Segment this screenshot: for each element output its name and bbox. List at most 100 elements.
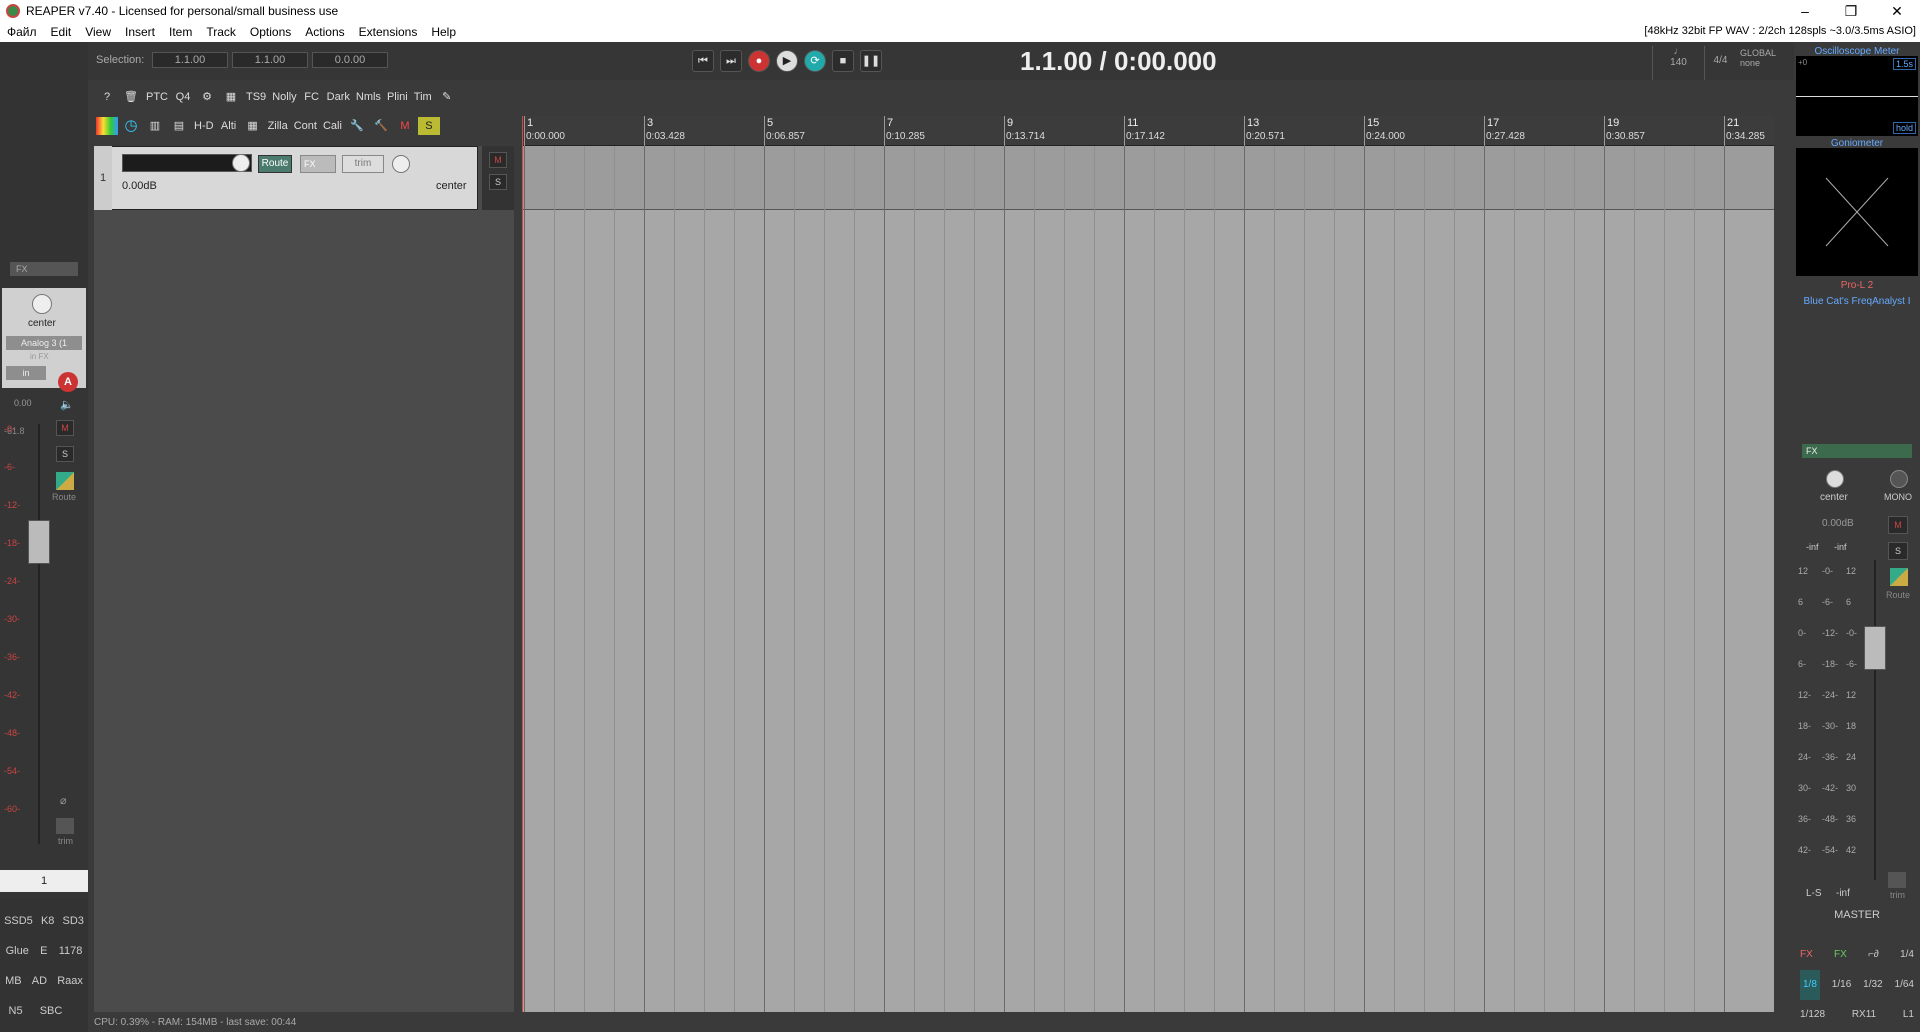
toolbar-zilla[interactable]: Zilla: [266, 115, 290, 137]
toolbar-fc[interactable]: FC: [301, 86, 323, 108]
stop-button[interactable]: ■: [832, 50, 854, 72]
help-icon[interactable]: ?: [96, 86, 118, 108]
grid-128th[interactable]: 1/128: [1800, 1000, 1825, 1030]
track-number[interactable]: 1: [94, 146, 112, 210]
btn-1178[interactable]: 1178: [59, 936, 83, 966]
menu-insert[interactable]: Insert: [118, 25, 162, 39]
btn-l1[interactable]: L1: [1903, 1000, 1914, 1030]
toolbar-ptc[interactable]: PTC: [144, 86, 170, 108]
envelope-button[interactable]: ⌐∂: [1868, 940, 1879, 970]
btn-ad[interactable]: AD: [32, 966, 47, 996]
master-solo-button[interactable]: S: [1888, 542, 1908, 560]
mixer-fx-button[interactable]: FX: [10, 262, 78, 276]
phase-icon[interactable]: ⌀: [60, 794, 67, 807]
minimize-button[interactable]: –: [1782, 0, 1828, 22]
track-1-lane[interactable]: [522, 146, 1774, 210]
btn-mb[interactable]: MB: [5, 966, 22, 996]
toolbar-nolly[interactable]: Nolly: [270, 86, 298, 108]
menu-actions[interactable]: Actions: [298, 25, 351, 39]
mixer-mute-button[interactable]: M: [56, 420, 74, 436]
route-icon[interactable]: [56, 472, 74, 490]
fx-show-button[interactable]: FX: [1834, 940, 1847, 970]
trim-envelope-icon[interactable]: [56, 818, 74, 834]
fx-freqanalyst[interactable]: Blue Cat's FreqAnalyst I: [1794, 296, 1920, 307]
arrange-view[interactable]: [522, 116, 1774, 1012]
pencil-icon[interactable]: ✎: [436, 86, 458, 108]
toolbar-nmls[interactable]: Nmls: [354, 86, 383, 108]
grid-eighth[interactable]: 1/8: [1800, 970, 1820, 1000]
maximize-button[interactable]: ❐: [1828, 0, 1874, 22]
go-start-button[interactable]: ⏮: [692, 50, 714, 72]
audio-status[interactable]: [48kHz 32bit FP WAV : 2/2ch 128spls ~3.0…: [1644, 25, 1916, 37]
timeline-ruler[interactable]: 1 0:00.000 3 0:03.428 5 0:06.857 7 0:10.285 …: [522, 116, 1774, 146]
master-volume-fader[interactable]: [1864, 626, 1886, 670]
btn-rx11[interactable]: RX11: [1852, 1000, 1876, 1030]
master-mute-button[interactable]: M: [1888, 516, 1908, 534]
track-trim-button[interactable]: trim: [342, 155, 384, 173]
time-signature[interactable]: 4/4: [1704, 46, 1736, 80]
toolbar-tim[interactable]: Tim: [412, 86, 434, 108]
mixer-pan-knob[interactable]: [32, 294, 52, 314]
go-end-button[interactable]: ⏭: [720, 50, 742, 72]
bpm-display[interactable]: ♩ 140: [1652, 46, 1704, 80]
grid-icon[interactable]: ▦: [220, 86, 242, 108]
toolbar-q4[interactable]: Q4: [172, 86, 194, 108]
keyboard-icon[interactable]: ▥: [144, 115, 166, 137]
osc-time-value[interactable]: 1.5s: [1892, 58, 1916, 70]
fx-pro-l2[interactable]: Pro-L 2: [1794, 280, 1920, 291]
menu-view[interactable]: View: [78, 25, 118, 39]
color-palette-icon[interactable]: [96, 117, 118, 135]
mixer-input-select[interactable]: Analog 3 (1: [6, 336, 82, 350]
mixer-volume-fader[interactable]: [28, 520, 50, 564]
gear-icon[interactable]: ⚙: [196, 86, 218, 108]
mixer-record-arm-button[interactable]: A: [58, 372, 78, 392]
btn-glue[interactable]: Glue: [6, 936, 29, 966]
btn-sd3[interactable]: SD3: [63, 906, 84, 936]
track-pan-knob[interactable]: [392, 155, 410, 173]
selection-start[interactable]: 1.1.00: [152, 52, 228, 68]
speaker-icon[interactable]: 🔈: [60, 398, 74, 411]
toolbar-cont[interactable]: Cont: [292, 115, 319, 137]
mute-all-icon[interactable]: M: [394, 115, 416, 137]
menu-item[interactable]: Item: [162, 25, 199, 39]
drum-icon[interactable]: ▤: [168, 115, 190, 137]
btn-n5[interactable]: N5: [9, 996, 23, 1026]
close-button[interactable]: ✕: [1874, 0, 1920, 22]
play-button[interactable]: ▶: [776, 50, 798, 72]
menu-track[interactable]: Track: [199, 25, 243, 39]
menu-extensions[interactable]: Extensions: [352, 25, 425, 39]
grid-sixteenth[interactable]: 1/16: [1832, 970, 1851, 1000]
menu-help[interactable]: Help: [424, 25, 463, 39]
repeat-button[interactable]: ⟳: [804, 50, 826, 72]
toolbar-alti[interactable]: Alti: [218, 115, 240, 137]
wrench-icon[interactable]: 🔧: [346, 115, 368, 137]
record-button[interactable]: ●: [748, 50, 770, 72]
menu-edit[interactable]: Edit: [44, 25, 79, 39]
track-control-panel[interactable]: [94, 146, 514, 1012]
grid-quarter[interactable]: 1/4: [1900, 940, 1914, 970]
menu-file[interactable]: Файл: [0, 25, 44, 39]
mixer-track-number[interactable]: 1: [0, 870, 88, 892]
btn-ssd5[interactable]: SSD5: [4, 906, 33, 936]
global-timebase[interactable]: GLOBAL none: [1738, 46, 1788, 80]
horizontal-scrollbar[interactable]: [522, 1012, 1786, 1026]
mixer-solo-button[interactable]: S: [56, 446, 74, 462]
grid-sixtyfourth[interactable]: 1/64: [1895, 970, 1914, 1000]
track-route-button[interactable]: Route: [258, 155, 292, 173]
track-fx-button[interactable]: FX: [300, 155, 336, 173]
master-label[interactable]: MASTER: [1794, 906, 1920, 924]
selection-length[interactable]: 0.0.00: [312, 52, 388, 68]
master-trim-icon[interactable]: [1888, 872, 1906, 888]
master-pan-knob[interactable]: [1826, 470, 1844, 488]
toolbar-dark[interactable]: Dark: [325, 86, 352, 108]
btn-sbc[interactable]: SBC: [40, 996, 63, 1026]
goniometer-display[interactable]: [1796, 148, 1918, 276]
btn-e[interactable]: E: [40, 936, 47, 966]
master-route-icon[interactable]: [1890, 568, 1908, 586]
toolbar-plini[interactable]: Plini: [385, 86, 410, 108]
clock-icon[interactable]: ◷: [120, 115, 142, 137]
fx-bypass-button[interactable]: FX: [1800, 940, 1813, 970]
mixer-input-mode[interactable]: in: [6, 366, 46, 380]
menu-options[interactable]: Options: [243, 25, 298, 39]
toolbar-hd[interactable]: H-D: [192, 115, 216, 137]
